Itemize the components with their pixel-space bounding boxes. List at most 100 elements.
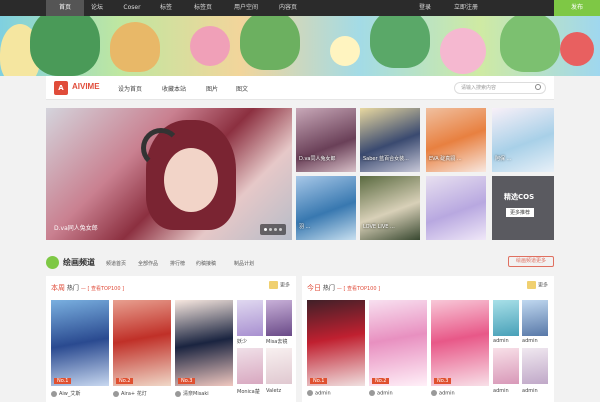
logo-mark: A bbox=[58, 84, 64, 92]
gallery-thumb[interactable]: LOVE LIVE ... bbox=[360, 176, 420, 240]
rank-badge: No.2 bbox=[372, 378, 390, 384]
slide-caption: D.va同人兔女郎 bbox=[54, 225, 98, 232]
rank-author-small[interactable]: admin bbox=[522, 338, 538, 344]
rank-author-small[interactable]: Monica楚 bbox=[237, 388, 260, 395]
rank-author-small[interactable]: 妖少 bbox=[237, 338, 247, 345]
channel-link-commission[interactable]: 约稿接稿 bbox=[196, 260, 216, 267]
register-link[interactable]: 立即注册 bbox=[446, 0, 486, 16]
topnav-content-page[interactable]: 内容页 bbox=[270, 0, 306, 16]
rank-author[interactable]: Aiw_艾斯 bbox=[51, 390, 80, 397]
paint-icon bbox=[46, 256, 59, 269]
panel-heading-hot: 热门 bbox=[322, 285, 335, 292]
login-link[interactable]: 登录 bbox=[414, 0, 436, 16]
thumb-caption: LOVE LIVE ... bbox=[363, 224, 395, 230]
rank-author[interactable]: admin bbox=[307, 390, 331, 397]
slide-art-headset bbox=[141, 128, 181, 168]
publish-button[interactable]: 发布 bbox=[554, 0, 600, 16]
panel-heading-hot: 热门 bbox=[66, 285, 79, 292]
thumb-caption: D.va同人兔女郎 bbox=[299, 156, 336, 162]
rank-author-small[interactable]: Valetz bbox=[266, 388, 281, 394]
rank-author[interactable]: admin bbox=[431, 390, 455, 397]
nav-bookmark[interactable]: 收藏本站 bbox=[162, 84, 186, 93]
daily-hot-panel: 今日 热门 — [ 查看TOP100 ] 更多 No.1 admin No.2 … bbox=[302, 276, 554, 402]
rank-author-name: admin bbox=[315, 390, 331, 397]
rank-card[interactable]: No.2 bbox=[113, 300, 171, 386]
rank-thumb[interactable] bbox=[266, 348, 292, 384]
nav-articles[interactable]: 图文 bbox=[236, 84, 248, 93]
top-navbar: 首页 论坛 Coser 标签 标签页 用户空间 内容页 登录 立即注册 发布 bbox=[0, 0, 600, 16]
rank-badge: No.3 bbox=[178, 378, 196, 384]
channel-link-all[interactable]: 全部作品 bbox=[138, 260, 158, 267]
channel-link-rank[interactable]: 排行榜 bbox=[170, 260, 185, 267]
rank-author[interactable]: 清奈Misaki bbox=[175, 390, 209, 397]
logo-icon[interactable]: A bbox=[54, 81, 68, 95]
rank-author-small[interactable]: admin bbox=[493, 338, 509, 344]
rank-author-small[interactable]: Misa去镜 bbox=[266, 338, 287, 345]
topnav-forum[interactable]: 论坛 bbox=[84, 0, 110, 16]
topnav-tag-page[interactable]: 标签页 bbox=[186, 0, 220, 16]
avatar bbox=[369, 390, 375, 396]
gallery-thumb[interactable]: EVA 碇真嗣 ... bbox=[426, 108, 486, 172]
gallery-thumb[interactable]: 阿保 ... bbox=[492, 108, 554, 172]
avatar bbox=[113, 390, 119, 397]
cos-more-button[interactable]: 更多推荐 bbox=[506, 208, 535, 217]
rank-thumb[interactable] bbox=[237, 348, 263, 384]
gallery-thumb[interactable]: Saber 蓝百合女装... bbox=[360, 108, 420, 172]
channel-title: 绘画频道 bbox=[63, 258, 95, 267]
rank-badge: No.2 bbox=[116, 378, 134, 384]
thumb-caption: 阿保 ... bbox=[495, 156, 512, 162]
rank-card[interactable]: No.3 bbox=[431, 300, 489, 386]
avatar bbox=[175, 390, 181, 397]
slide-pagination[interactable] bbox=[260, 224, 286, 235]
channel-more-button[interactable]: 绘画频道更多 bbox=[508, 256, 554, 267]
search-input[interactable]: 请输入搜索内容 bbox=[454, 82, 546, 94]
rank-author[interactable]: admin bbox=[369, 390, 393, 397]
top100-link[interactable]: — [ 查看TOP100 ] bbox=[81, 286, 124, 292]
panel-more-button[interactable]: 更多 bbox=[268, 281, 290, 289]
rank-thumb[interactable] bbox=[493, 300, 519, 336]
gallery-thumb[interactable] bbox=[426, 176, 486, 240]
avatar bbox=[307, 390, 313, 396]
rank-thumb[interactable] bbox=[493, 348, 519, 384]
featured-slide[interactable]: D.va同人兔女郎 bbox=[46, 108, 292, 240]
rank-card[interactable]: No.1 bbox=[51, 300, 109, 386]
panel-more-label: 更多 bbox=[537, 282, 548, 289]
rank-thumb[interactable] bbox=[522, 300, 548, 336]
header-banner bbox=[0, 16, 600, 76]
logo-text[interactable]: AIVIME bbox=[72, 82, 100, 91]
rank-author[interactable]: Aira+ 花灯 bbox=[113, 390, 147, 397]
rank-author-small[interactable]: admin bbox=[522, 388, 538, 394]
nav-set-home[interactable]: 设为首页 bbox=[118, 84, 142, 93]
rank-card[interactable]: No.1 bbox=[307, 300, 365, 386]
channel-link-plans[interactable]: 制品计划 bbox=[234, 260, 254, 267]
site-header: A AIVIME 设为首页 收藏本站 图片 图文 请输入搜索内容 bbox=[46, 76, 554, 100]
panel-heading: 本周 热门 — [ 查看TOP100 ] bbox=[51, 283, 124, 293]
rank-author-name: Aira+ 花灯 bbox=[121, 391, 147, 397]
topnav-user-space[interactable]: 用户空间 bbox=[226, 0, 266, 16]
folder-icon bbox=[268, 281, 278, 289]
weekly-hot-panel: 本周 热门 — [ 查看TOP100 ] 更多 No.1 Aiw_艾斯 No.2… bbox=[46, 276, 296, 402]
rank-badge: No.1 bbox=[54, 378, 72, 384]
featured-cos-card[interactable]: 精选COS 更多推荐 bbox=[492, 176, 554, 240]
nav-images[interactable]: 图片 bbox=[206, 84, 218, 93]
gallery-thumb[interactable]: D.va同人兔女郎 bbox=[296, 108, 356, 172]
rank-thumb[interactable] bbox=[266, 300, 292, 336]
channel-link-home[interactable]: 频道首页 bbox=[106, 260, 126, 267]
topnav-home[interactable]: 首页 bbox=[46, 0, 84, 16]
avatar bbox=[51, 390, 57, 397]
rank-thumb[interactable] bbox=[237, 300, 263, 336]
search-icon[interactable] bbox=[535, 84, 541, 90]
rank-card[interactable]: No.3 bbox=[175, 300, 233, 386]
panel-more-label: 更多 bbox=[279, 282, 290, 289]
panel-heading-period: 本周 bbox=[51, 284, 65, 292]
panel-more-button[interactable]: 更多 bbox=[526, 281, 548, 289]
rank-thumb[interactable] bbox=[522, 348, 548, 384]
rank-author-small[interactable]: admin bbox=[493, 388, 509, 394]
top100-link[interactable]: — [ 查看TOP100 ] bbox=[337, 286, 380, 292]
rank-card[interactable]: No.2 bbox=[369, 300, 427, 386]
topnav-coser[interactable]: Coser bbox=[116, 0, 148, 16]
panel-heading-period: 今日 bbox=[307, 284, 321, 292]
topnav-tags[interactable]: 标签 bbox=[152, 0, 180, 16]
gallery-thumb[interactable]: 羽 ... bbox=[296, 176, 356, 240]
rank-author-name: admin bbox=[377, 390, 393, 397]
